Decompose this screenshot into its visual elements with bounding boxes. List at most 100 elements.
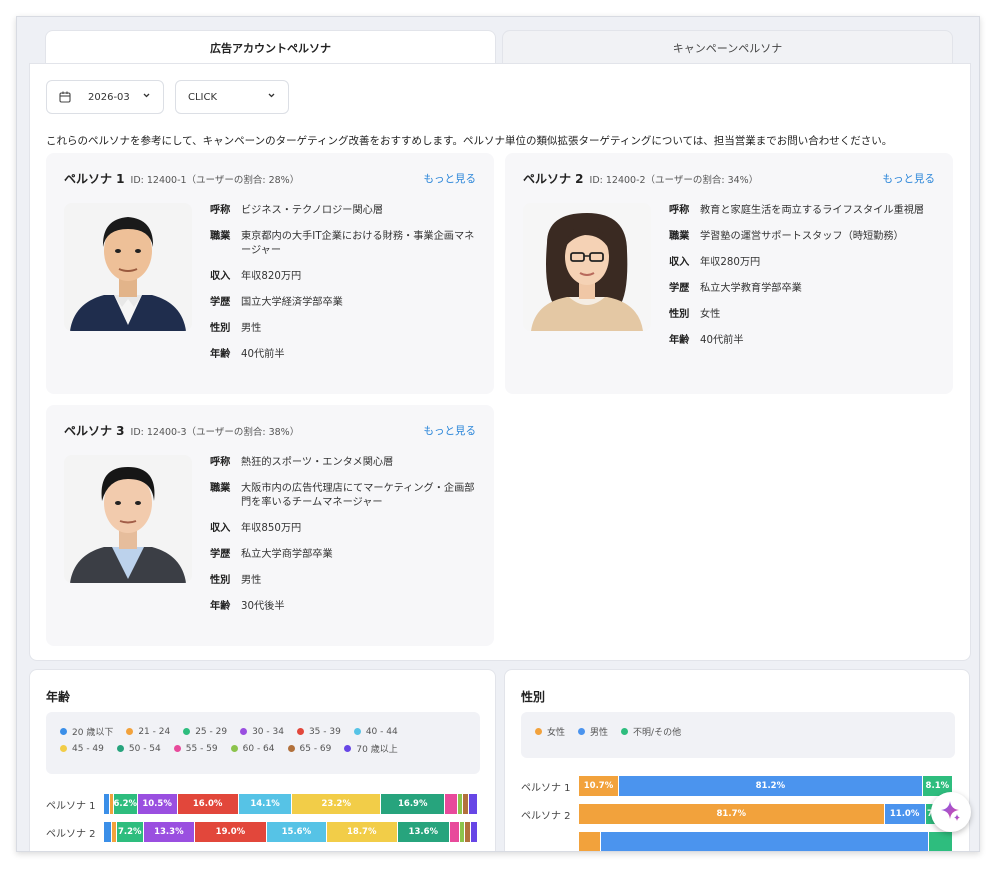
persona-title: ペルソナ 1 ID: 12400-1（ユーザーの割合: 28%）: [64, 172, 300, 186]
legend-item: 40 - 44: [353, 726, 398, 737]
section-title: 年齢: [46, 690, 71, 704]
legend-item: 70 歳以上: [344, 743, 398, 755]
bar-segment[interactable]: 19.0%: [194, 822, 268, 842]
legend-item: 20 歳以下: [60, 726, 114, 738]
legend-item: 女性: [535, 726, 566, 738]
persona-avatar: [523, 203, 651, 331]
ai-assistant-button[interactable]: [931, 792, 971, 832]
bar-segment[interactable]: [445, 794, 459, 814]
chevron-down-icon: [142, 91, 151, 103]
legend-label: 45 - 49: [72, 743, 104, 754]
legend-item: 21 - 24: [126, 726, 170, 737]
tab-account-persona[interactable]: 広告アカウントペルソナ: [45, 30, 496, 65]
month-select[interactable]: 2026-03: [46, 80, 164, 114]
bar-segment[interactable]: 14.1%: [238, 794, 293, 814]
bar-row: ペルソナ 1 10.7% 81.2% 8.1%: [521, 776, 953, 796]
bar-segment[interactable]: [928, 832, 953, 851]
see-more-link[interactable]: もっと見る: [424, 423, 477, 438]
bar-segment[interactable]: [579, 832, 602, 851]
persona-title: ペルソナ 2 ID: 12400-2（ユーザーの割合: 34%）: [523, 172, 759, 186]
stacked-bar: 81.7%11.0%7.3%: [579, 804, 953, 824]
bar-row-label: ペルソナ 1: [46, 800, 96, 812]
legend-label: 21 - 24: [138, 726, 171, 737]
legend-swatch: [578, 728, 586, 735]
bar-row-label: ペルソナ 1: [521, 782, 571, 794]
chevron-down-icon: [267, 91, 276, 103]
bar-segment[interactable]: 13.6%: [397, 822, 450, 842]
legend-swatch: [287, 745, 295, 752]
calendar-icon: [59, 91, 71, 106]
legend-swatch: [60, 745, 67, 752]
bar-segment[interactable]: 13.3%: [144, 822, 195, 842]
bar-segment[interactable]: [471, 822, 478, 842]
legend-item: 不明/その他: [621, 726, 681, 738]
legend-swatch: [126, 728, 134, 735]
bar-row: ペルソナ 1 6.2% 10.5% 16.0% 14.1% 23.2% 16.9%: [46, 794, 478, 814]
legend-swatch: [230, 745, 238, 752]
legend-swatch: [296, 728, 304, 735]
see-more-link[interactable]: もっと見る: [424, 171, 477, 186]
legend-swatch: [116, 745, 124, 752]
persona-title: ペルソナ 3 ID: 12400-3（ユーザーの割合: 38%）: [64, 424, 300, 438]
bar-segment[interactable]: 6.2%: [113, 794, 138, 814]
legend-swatch: [621, 728, 629, 735]
legend-swatch: [173, 745, 181, 752]
bar-segment[interactable]: [104, 822, 112, 842]
legend-item: 55 - 59: [173, 743, 218, 754]
bar-segment[interactable]: 10.7%: [579, 776, 620, 796]
see-more-link[interactable]: もっと見る: [883, 171, 936, 186]
legend-item: 30 - 34: [240, 726, 284, 737]
legend-label: 35 - 39: [308, 726, 341, 737]
section-title: 性別: [521, 690, 546, 704]
bar-row: [521, 832, 953, 851]
tab-campaign-persona[interactable]: キャンペーンペルソナ: [502, 30, 953, 64]
bar-segment[interactable]: 10.5%: [137, 794, 178, 814]
legend-label: 20 歳以下: [72, 728, 114, 738]
legend-swatch: [353, 728, 361, 735]
bar-segment[interactable]: 11.0%: [884, 804, 926, 824]
legend-swatch: [535, 728, 542, 735]
legend-swatch: [60, 728, 67, 735]
stacked-bar: 7.2% 13.3% 19.0% 15.6% 18.7% 13.6%: [104, 822, 478, 842]
persona-attributes: 呼称 熱狂的スポーツ・エンタメ関心層 職業 大阪市内の広告代理店にてマーケティング・…: [210, 457, 475, 612]
legend-swatch: [183, 728, 191, 735]
legend-label: 50 - 54: [128, 743, 161, 754]
persona-panel: 2026-03 CLICK これらのペルソナを参考にして、キャンペーンのターゲテ…: [29, 63, 971, 661]
legend-label: 60 - 64: [242, 743, 275, 754]
bar-row-label: ペルソナ 2: [521, 810, 571, 822]
stacked-bar: [579, 832, 953, 851]
bar-segment[interactable]: 7.2%: [116, 822, 144, 842]
sparkle-icon: [940, 800, 962, 825]
intro-text: これらのペルソナを参考にして、キャンペーンのターゲティング改善をおすすめします。…: [46, 135, 893, 147]
persona-avatar: [64, 203, 192, 331]
metric-value: CLICK: [188, 92, 218, 103]
legend-item: 65 - 69: [287, 743, 331, 754]
persona-avatar: [64, 455, 192, 583]
persona-attributes: 呼称 教育と家庭生活を両立するライフスタイル重視層 職業 学習塾の運営サポートスタッ…: [669, 205, 925, 346]
metric-select[interactable]: CLICK: [175, 80, 289, 114]
legend-label: 70 歳以上: [356, 745, 398, 755]
bar-segment[interactable]: [468, 794, 478, 814]
bar-segment[interactable]: [601, 832, 929, 851]
persona-tabs: 広告アカウントペルソナ キャンペーンペルソナ: [45, 30, 953, 65]
legend-swatch: [240, 728, 248, 735]
bar-segment[interactable]: 15.6%: [267, 822, 327, 842]
bar-segment[interactable]: 16.9%: [381, 794, 446, 814]
bar-segment[interactable]: 16.0%: [177, 794, 239, 814]
persona-card-3: ペルソナ 3 ID: 12400-3（ユーザーの割合: 38%） もっと見る 呼…: [46, 405, 494, 646]
gender-legend: 女性 男性 不明/その他: [521, 712, 955, 758]
stacked-bar: 10.7% 81.2% 8.1%: [579, 776, 953, 796]
legend-label: 25 - 29: [195, 726, 228, 737]
legend-label: 55 - 59: [185, 743, 218, 754]
legend-label: 女性: [547, 728, 566, 738]
bar-segment[interactable]: 18.7%: [326, 822, 398, 842]
bar-row: ペルソナ 2 81.7%11.0%7.3%: [521, 804, 953, 824]
bar-segment[interactable]: 81.2%: [619, 776, 923, 796]
legend-item: 50 - 54: [116, 743, 161, 754]
bar-segment[interactable]: 81.7%: [579, 804, 885, 824]
persona-card-1: ペルソナ 1 ID: 12400-1（ユーザーの割合: 28%） もっと見る 呼…: [46, 153, 494, 394]
persona-attributes: 呼称 ビジネス・テクノロジー関心層 職業 東京都内の大手IT企業における財務・事業企…: [210, 205, 475, 360]
legend-label: 30 - 34: [252, 726, 284, 737]
bar-segment[interactable]: 23.2%: [292, 794, 381, 814]
bar-segment[interactable]: [449, 822, 460, 842]
